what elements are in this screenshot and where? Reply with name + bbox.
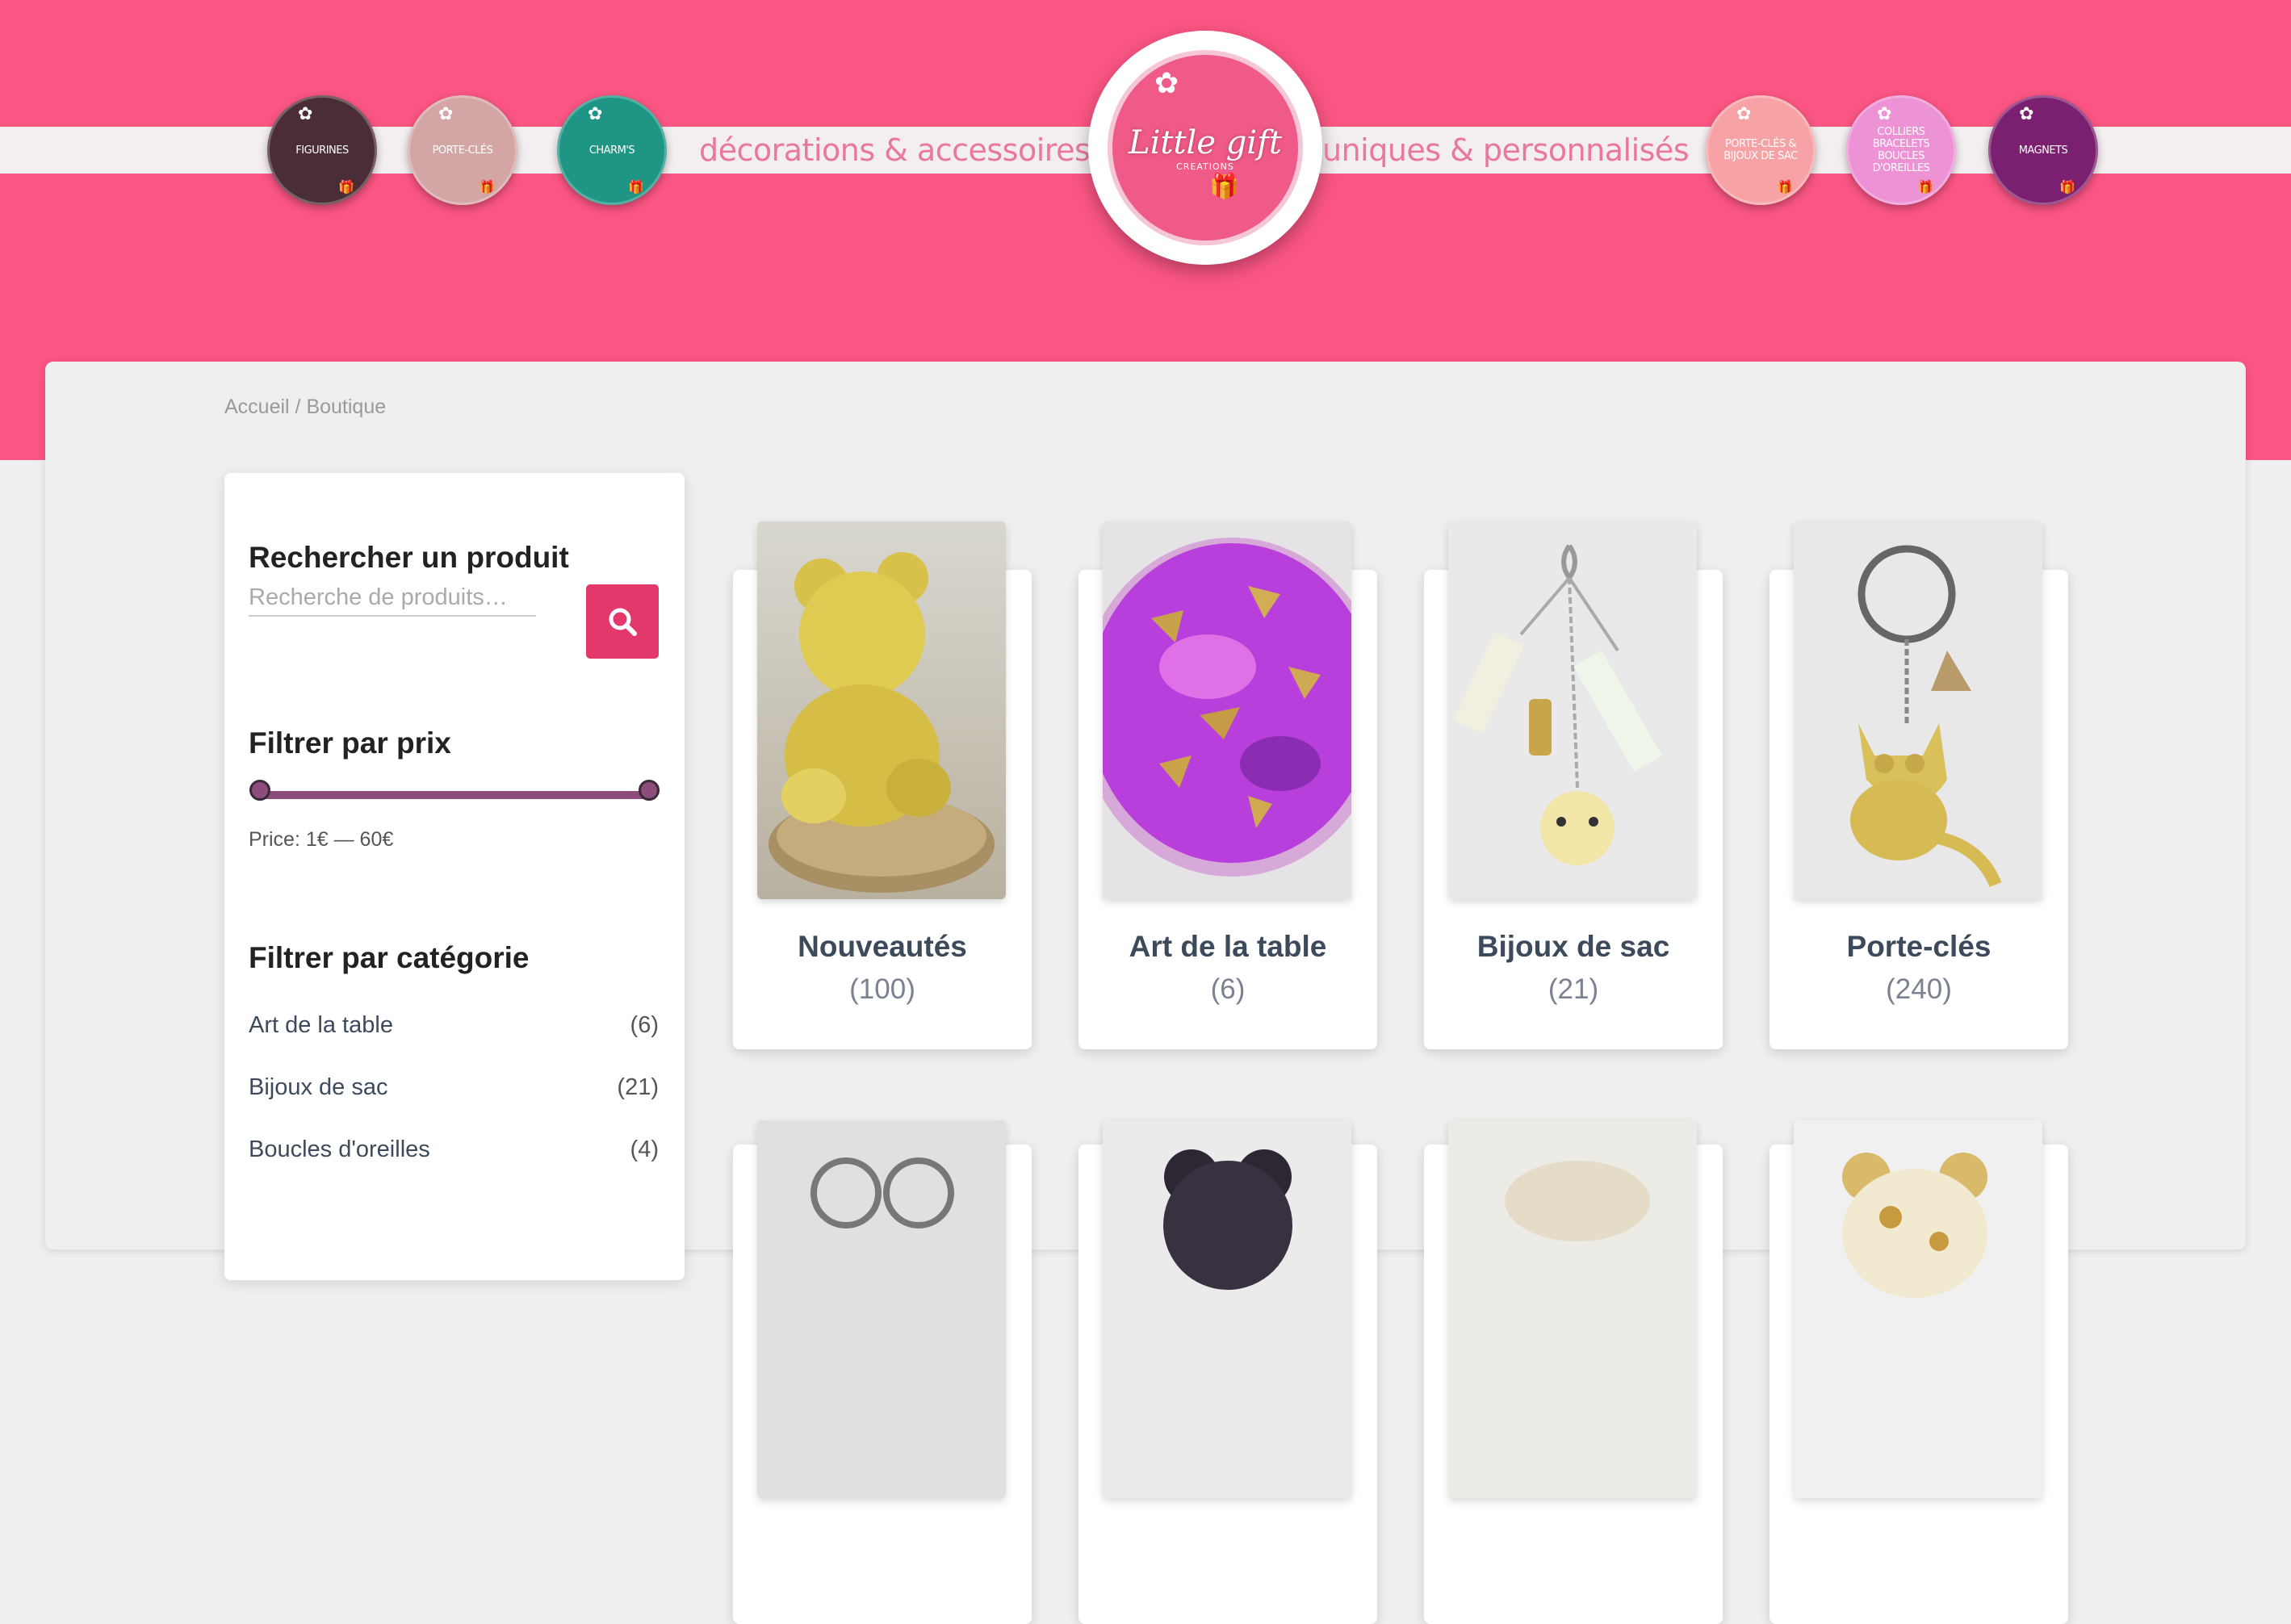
sidebar: Rechercher un produit Filtrer par prix P…	[224, 473, 685, 1280]
breadcrumb-separator: /	[289, 396, 307, 418]
category-count: (4)	[630, 1136, 659, 1162]
category-label: Boucles d'oreilles	[249, 1136, 430, 1162]
flower-icon: ✿	[438, 103, 454, 123]
nav-porte-cles-bijoux[interactable]: ✿ PORTE-CLÉS & BIJOUX DE SAC 🎁	[1706, 95, 1816, 205]
gift-icon: 🎁	[1777, 181, 1793, 195]
price-slider-min-handle[interactable]	[249, 780, 270, 801]
category-item-art-de-la-table[interactable]: Art de la table (6)	[249, 1012, 659, 1044]
tagline-right: uniques & personnalisés	[1322, 132, 1690, 168]
product-card-count: (6)	[1210, 973, 1246, 1005]
product-card-nouveautes[interactable]: Nouveautés (100)	[733, 521, 1032, 1049]
category-count: (21)	[617, 1074, 659, 1100]
product-card-title: Bijoux de sac	[1476, 930, 1670, 963]
breadcrumb: Accueil / Boutique	[224, 396, 386, 419]
nav-figurines[interactable]: ✿ FIGURINES 🎁	[267, 95, 377, 205]
bag-charm-image	[1453, 544, 1662, 865]
product-image	[1794, 521, 2042, 899]
product-card-title: Porte-clés	[1846, 930, 1992, 963]
category-item-bijoux-de-sac[interactable]: Bijoux de sac (21)	[249, 1074, 659, 1107]
flower-icon: ✿	[588, 103, 603, 123]
bear-figurine-image	[769, 552, 995, 893]
product-card-porte-cles[interactable]: Porte-clés (240)	[1770, 521, 2068, 1049]
product-card-count: (240)	[1886, 973, 1952, 1005]
cat-keychain-image	[1850, 545, 2002, 888]
category-item-boucles-doreilles[interactable]: Boucles d'oreilles (4)	[249, 1136, 659, 1169]
product-card-art-de-la-table[interactable]: Art de la table (6)	[1078, 521, 1377, 1049]
product-card-title: Nouveautés	[798, 930, 967, 963]
shop-content: Accueil / Boutique Rechercher un produit…	[45, 362, 2246, 1624]
product-image	[757, 1120, 1006, 1498]
nav-colliers[interactable]: ✿ COLLIERS BRACELETS BOUCLES D'OREILLES …	[1846, 95, 1956, 205]
flower-icon: ✿	[2019, 103, 2034, 123]
gift-icon: 🎁	[338, 181, 354, 195]
nav-magnets[interactable]: ✿ MAGNETS 🎁	[1988, 95, 2098, 205]
price-range-text: Price: 1€ — 60€	[249, 828, 394, 851]
product-card-row2-3[interactable]	[1424, 1120, 1723, 1624]
search-title: Rechercher un produit	[249, 541, 569, 574]
product-card-row2-4[interactable]	[1770, 1120, 2068, 1624]
logo-title: Little gift	[1129, 123, 1282, 161]
category-label: Art de la table	[249, 1012, 393, 1038]
product-card-bijoux-de-sac[interactable]: Bijoux de sac (21)	[1424, 521, 1723, 1049]
logo-badge: Little gift CREATIONS	[1108, 50, 1303, 245]
price-slider-track[interactable]	[260, 791, 649, 799]
product-image	[1448, 521, 1697, 899]
product-card-count: (21)	[1548, 973, 1599, 1005]
category-label: Bijoux de sac	[249, 1074, 388, 1100]
product-image	[1794, 1120, 2042, 1498]
logo-subtitle: CREATIONS	[1176, 161, 1234, 172]
product-card-title: Art de la table	[1129, 930, 1327, 963]
gift-icon: 🎁	[1209, 174, 1240, 200]
flower-icon: ✿	[1877, 103, 1892, 123]
flower-icon: ✿	[298, 103, 313, 123]
product-card-row2-2[interactable]	[1078, 1120, 1377, 1624]
figurine-image	[1505, 1161, 1650, 1241]
breadcrumb-current: Boutique	[306, 396, 387, 418]
nav-magnets-label: MAGNETS	[2018, 144, 2068, 157]
nav-charms-label: CHARM'S	[588, 144, 635, 157]
black-bear-image	[1163, 1149, 1292, 1290]
nav-charms[interactable]: ✿ CHARM'S 🎁	[557, 95, 667, 205]
product-image	[757, 521, 1006, 899]
search-input[interactable]	[249, 580, 536, 617]
category-count: (6)	[630, 1012, 659, 1038]
nav-porte-cles[interactable]: ✿ PORTE-CLÉS 🎁	[408, 95, 517, 205]
flower-icon: ✿	[1154, 66, 1179, 99]
gift-icon: 🎁	[1917, 181, 1933, 195]
gift-icon: 🎁	[628, 181, 644, 195]
gift-icon: 🎁	[2059, 181, 2075, 195]
price-slider-max-handle[interactable]	[639, 780, 660, 801]
price-filter-title: Filtrer par prix	[249, 726, 451, 760]
product-card-row2-1[interactable]	[733, 1120, 1032, 1624]
breadcrumb-home[interactable]: Accueil	[224, 396, 290, 418]
product-image	[1448, 1120, 1697, 1498]
resin-coaster-image	[1103, 538, 1351, 877]
search-button[interactable]	[586, 584, 659, 659]
tagline-left: décorations & accessoires	[699, 132, 1091, 168]
nav-figurines-label: FIGURINES	[295, 144, 349, 157]
search-icon	[609, 608, 637, 636]
flower-icon: ✿	[1736, 103, 1752, 123]
category-filter-title: Filtrer par catégorie	[249, 941, 530, 974]
keyring-image	[810, 1157, 954, 1228]
giraffe-keychain-image	[1842, 1153, 1987, 1298]
nav-porte-cles-label: PORTE-CLÉS	[432, 144, 493, 157]
product-image	[1103, 521, 1351, 899]
product-image	[1103, 1120, 1351, 1498]
gift-icon: 🎁	[479, 181, 495, 195]
nav-porte-cles-bijoux-label: PORTE-CLÉS & BIJOUX DE SAC	[1723, 138, 1798, 162]
site-logo[interactable]: Little gift CREATIONS ✿ 🎁	[1088, 31, 1322, 265]
nav-colliers-label: COLLIERS BRACELETS BOUCLES D'OREILLES	[1872, 126, 1930, 174]
product-card-count: (100)	[849, 973, 915, 1005]
